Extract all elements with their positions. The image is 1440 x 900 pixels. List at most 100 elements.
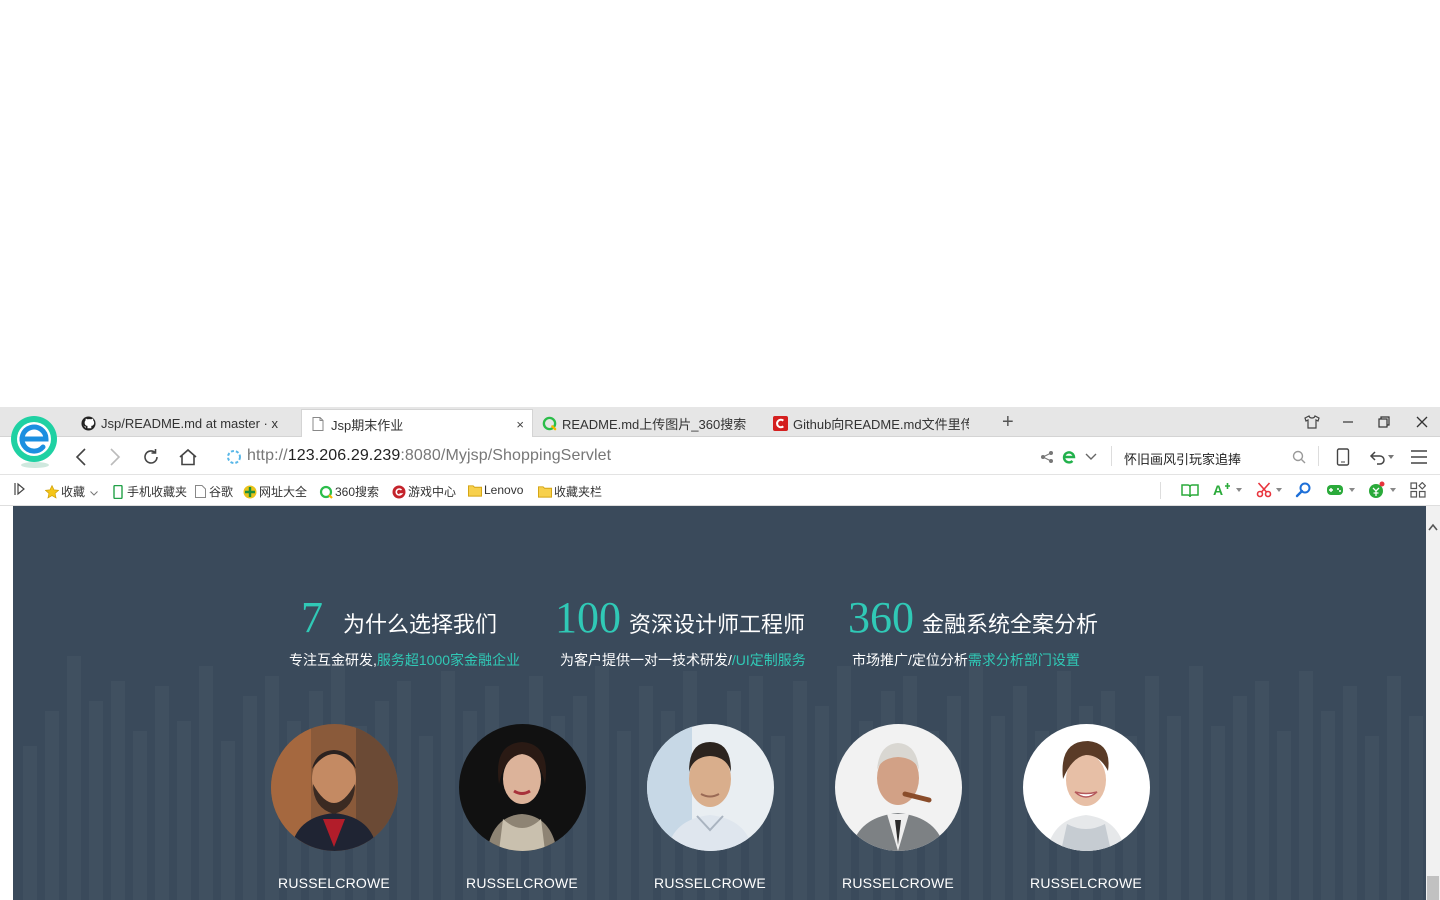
chevron-down-icon[interactable]: [1234, 481, 1244, 499]
team-member[interactable]: RUSSELCROWE: [1021, 724, 1151, 891]
tab-github-readme[interactable]: Jsp/README.md at master · x: [72, 409, 300, 437]
reader-icon[interactable]: [1180, 481, 1200, 499]
tab-360-search[interactable]: README.md上传图片_360搜索: [533, 409, 763, 437]
stat-desc-text: 市场推广/定位分析: [852, 652, 968, 668]
bookmark-lenovo[interactable]: Lenovo: [468, 483, 523, 497]
menu-icon[interactable]: [1408, 446, 1430, 468]
search-icon[interactable]: [1288, 446, 1310, 468]
sidebar-toggle-icon[interactable]: [14, 482, 26, 496]
tab-csdn-article[interactable]: Github向README.md文件里传: [764, 409, 994, 437]
github-icon: [80, 415, 96, 431]
stat-number: 7: [301, 593, 323, 642]
game-center-icon: [392, 485, 406, 499]
stat-heading: 资深设计师工程师: [629, 612, 806, 637]
gamepad-icon[interactable]: [1325, 481, 1345, 499]
member-name: RUSSELCROWE: [466, 875, 578, 891]
blank-area: [0, 0, 1440, 407]
stat-description: 专注互金研发,服务超1000家金融企业: [289, 650, 520, 670]
chevron-down-icon[interactable]: [1274, 481, 1284, 499]
wallet-icon[interactable]: [1366, 481, 1386, 499]
bookmark-favorites-bar[interactable]: 收藏夹栏: [538, 483, 602, 500]
url-field[interactable]: http://123.206.29.239:8080/Myjsp/Shoppin…: [247, 447, 611, 465]
bookmark-label: 网址大全: [259, 485, 308, 499]
restore-icon[interactable]: [1374, 412, 1394, 432]
page-content: 7 为什么选择我们 专注互金研发,服务超1000家金融企业 100 资深设计师工程师…: [13, 506, 1426, 900]
back-icon[interactable]: [70, 446, 92, 468]
home-icon[interactable]: [177, 446, 199, 468]
stat-why-us: 7 为什么选择我们: [301, 592, 497, 643]
tab-bar: Jsp/README.md at master · x Jsp期末作业 × RE…: [0, 407, 1440, 438]
team-member[interactable]: RUSSELCROWE: [833, 724, 963, 891]
magnifier-icon[interactable]: [1293, 481, 1313, 499]
svg-text:A: A: [1213, 482, 1223, 498]
refresh-icon[interactable]: [140, 446, 162, 468]
stat-description: 为客户提供一对一技术研发//UI定制服务: [560, 650, 806, 670]
translate-icon[interactable]: A: [1212, 481, 1232, 499]
folder-icon: [538, 485, 552, 499]
mobile-icon[interactable]: [1332, 446, 1354, 468]
360-search-icon: [319, 485, 333, 499]
bookmark-site-navigation[interactable]: 网址大全: [243, 483, 307, 500]
member-name: RUSSELCROWE: [842, 875, 954, 891]
url-scheme: http://: [247, 447, 288, 464]
share-icon[interactable]: [1036, 446, 1058, 468]
team-member[interactable]: RUSSELCROWE: [269, 724, 399, 891]
avatar: [834, 724, 962, 851]
member-name: RUSSELCROWE: [654, 875, 766, 891]
minimize-icon[interactable]: [1338, 412, 1358, 432]
member-name: RUSSELCROWE: [278, 875, 390, 891]
site-nav-icon: [243, 485, 257, 499]
stat-desc-text: 为客户提供一对一技术研发/: [560, 652, 732, 668]
stat-desc-highlight: /UI定制服务: [731, 652, 806, 668]
avatar: [458, 724, 586, 851]
browser-logo-icon[interactable]: [10, 412, 60, 470]
csdn-icon: [772, 415, 788, 431]
chevron-down-icon[interactable]: [1386, 446, 1396, 468]
bookmark-favorites[interactable]: 收藏: [45, 483, 98, 500]
chevron-down-icon[interactable]: [1347, 481, 1357, 499]
scrollbar-thumb[interactable]: [1427, 876, 1439, 900]
new-tab-button[interactable]: +: [1002, 411, 1014, 433]
divider: [1160, 482, 1161, 499]
tab-title: Jsp期末作业: [331, 417, 404, 433]
page-scrollbar[interactable]: [1426, 506, 1440, 900]
scroll-up-icon[interactable]: [1428, 518, 1438, 536]
screenshot-icon[interactable]: [1254, 481, 1274, 499]
avatar: [270, 724, 398, 851]
member-name: RUSSELCROWE: [1030, 875, 1142, 891]
star-icon: [45, 484, 59, 499]
apps-grid-icon[interactable]: [1408, 481, 1428, 499]
stat-heading: 金融系统全案分析: [922, 612, 1099, 637]
search-input[interactable]: 怀旧画风引玩家追捧: [1124, 449, 1241, 468]
browser-window: Jsp/README.md at master · x Jsp期末作业 × RE…: [0, 407, 1440, 900]
skin-icon[interactable]: [1302, 412, 1322, 432]
bookmark-game-center[interactable]: 游戏中心: [392, 483, 456, 500]
undo-close-icon[interactable]: [1366, 446, 1388, 468]
bookmark-label: 手机收藏夹: [127, 485, 188, 499]
stat-heading: 为什么选择我们: [343, 612, 498, 637]
chevron-down-icon[interactable]: [1080, 446, 1102, 468]
phone-icon: [111, 484, 125, 499]
forward-icon[interactable]: [104, 446, 126, 468]
close-window-icon[interactable]: [1412, 412, 1432, 432]
tab-title: Jsp/README.md at master · x: [101, 415, 278, 431]
avatar: [646, 724, 774, 851]
ie-mode-icon[interactable]: [1058, 446, 1080, 468]
stat-desc-highlight: 服务超1000家金融企业: [376, 652, 521, 668]
bookmark-label: 游戏中心: [408, 485, 457, 499]
bookmark-360-search[interactable]: 360搜索: [319, 483, 379, 500]
tab-jsp-homework[interactable]: Jsp期末作业 ×: [301, 409, 533, 438]
avatar: [1022, 724, 1150, 851]
chevron-down-icon: [90, 485, 98, 499]
stat-description: 市场推广/定位分析需求分析部门设置: [852, 650, 1080, 670]
bookmark-mobile-favorites[interactable]: 手机收藏夹: [111, 483, 187, 500]
close-tab-icon[interactable]: ×: [516, 417, 524, 432]
team-member[interactable]: RUSSELCROWE: [645, 724, 775, 891]
bookmark-google[interactable]: 谷歌: [193, 483, 233, 500]
chevron-down-icon[interactable]: [1388, 481, 1398, 499]
stat-desc-text: 专注互金研发,: [289, 652, 377, 668]
stat-number: 100: [555, 593, 621, 642]
bookmarks-bar: 收藏 手机收藏夹 谷歌 网址大全 360搜索 游戏中心 Lenovo 收藏夹栏 …: [0, 475, 1440, 506]
team-member[interactable]: RUSSELCROWE: [457, 724, 587, 891]
loading-icon: [223, 446, 245, 468]
